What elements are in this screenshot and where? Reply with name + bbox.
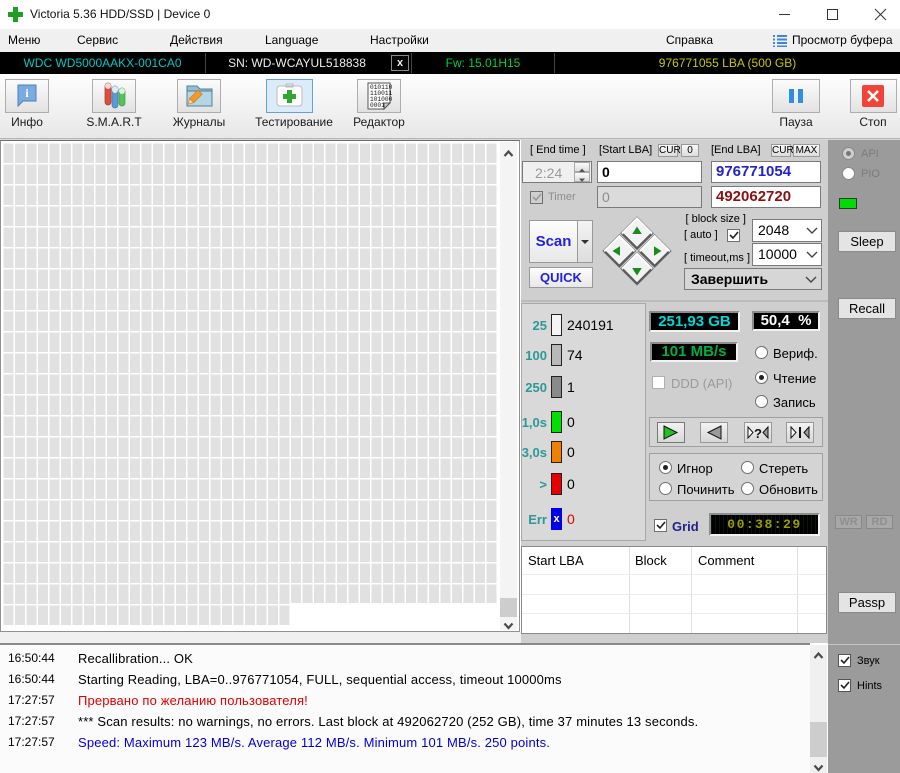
svg-text:?: ?	[754, 426, 762, 441]
svg-text:0001: 0001	[370, 102, 385, 109]
